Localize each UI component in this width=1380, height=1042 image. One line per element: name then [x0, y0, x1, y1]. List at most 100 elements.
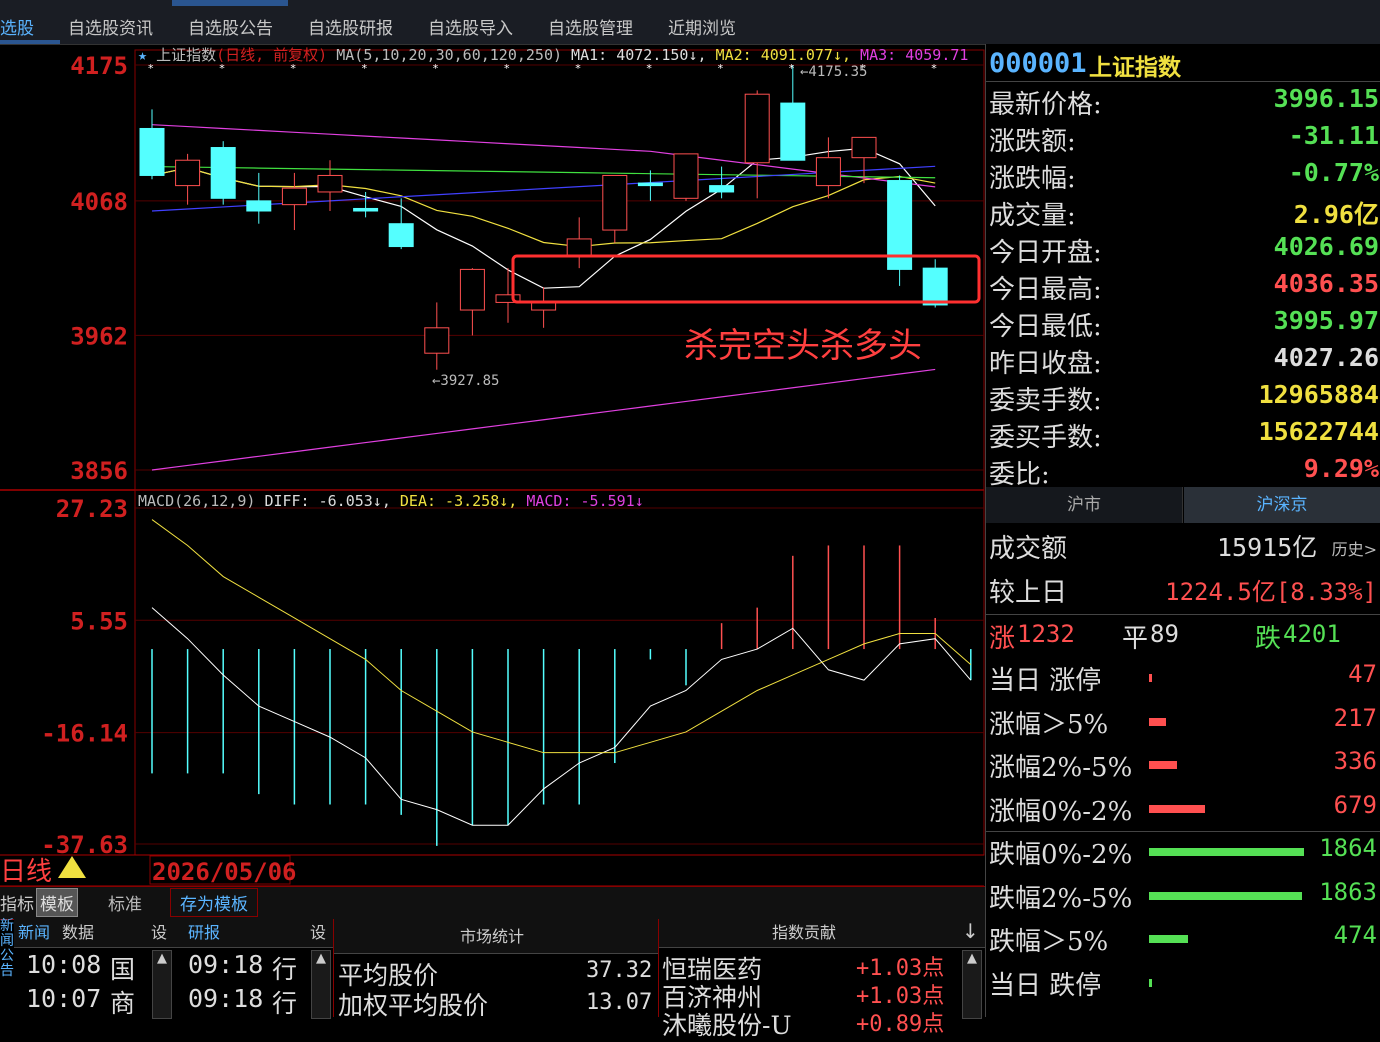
breadth-label: 涨幅＞5%	[989, 709, 1109, 740]
tab-indicator[interactable]: 指标	[0, 890, 34, 915]
quote-label: 昨日收盘:	[989, 349, 1102, 379]
tab-all-markets[interactable]: 沪深京	[1184, 487, 1380, 523]
contrib-name[interactable]: 沐曦股份-U	[662, 1006, 792, 1042]
quote-row: 今日最低: 3995.97	[989, 306, 1379, 343]
period-label: 日线	[0, 857, 52, 886]
quote-label: 委买手数:	[989, 423, 1102, 453]
quote-value: 12965884	[1258, 380, 1379, 409]
candle-body	[744, 93, 770, 164]
period-up-icon[interactable]	[58, 856, 86, 878]
research-tab[interactable]: 研报	[188, 919, 220, 947]
quote-value: 4026.69	[1273, 232, 1379, 261]
breadth-bar	[1149, 848, 1304, 856]
quote-row: 昨日收盘: 4027.26	[989, 343, 1379, 380]
macd-pane-frame	[134, 489, 985, 856]
research-tag[interactable]: 行	[272, 984, 297, 1020]
nav-item[interactable]: 自选股资讯	[68, 14, 153, 39]
research-settings-button[interactable]: 设	[310, 919, 326, 947]
down-label: 跌	[1255, 624, 1282, 654]
chart-area: 4175406839623856* * * * * * * * * * * *←4175.35←392…	[0, 46, 985, 886]
date-label: 2026/05/06	[152, 858, 297, 886]
breadth-bar	[1149, 717, 1166, 726]
nav-item[interactable]: 自选股管理	[548, 14, 633, 39]
up-flat-down: 涨 1232 平 89 跌 4201	[989, 618, 1379, 658]
tab-template[interactable]: 模板	[36, 888, 78, 917]
price-pane-frame	[134, 49, 985, 491]
research-tag[interactable]: 行	[272, 950, 297, 986]
research-scrollbar[interactable]: ▲	[311, 950, 331, 1019]
quote-value: 15622744	[1258, 417, 1379, 446]
nav-item[interactable]: 自选股研报	[308, 14, 393, 39]
macd-tick-label: 27.23	[56, 495, 128, 523]
quote-value: 3996.15	[1273, 84, 1379, 113]
macd-tick-label: -37.63	[41, 831, 128, 859]
news-side-label: 新闻公告	[0, 918, 14, 979]
macd-tick-label: -16.14	[41, 720, 128, 748]
breadth-label: 当日 涨停	[989, 666, 1102, 696]
nav-item[interactable]: 选股	[0, 14, 34, 39]
news-time: 10:07	[26, 984, 102, 1013]
breadth-row: 涨幅＞5% 217	[989, 704, 1379, 744]
breadth-label: 跌幅＞5%	[989, 927, 1109, 957]
candle-body	[780, 102, 806, 161]
quote-row: 涨跌额: -31.11	[989, 121, 1379, 158]
nav-item[interactable]: 近期浏览	[668, 14, 736, 39]
candle-body	[210, 147, 236, 199]
nav-item[interactable]: 自选股公告	[188, 14, 273, 39]
bottom-panel: 指标 模板 标准 存为模板 新闻公告 新闻 数据 设 研报 设 10:08 国 …	[0, 886, 985, 1040]
history-link[interactable]: 历史>	[1332, 536, 1377, 560]
tab-standard[interactable]: 标准	[108, 890, 142, 915]
candle-body	[175, 159, 201, 187]
breadth-label: 涨幅0%-2%	[989, 796, 1133, 827]
breadth-value: 474	[1333, 921, 1377, 949]
news-time: 10:08	[26, 950, 102, 979]
research-time: 09:18	[188, 984, 264, 1013]
tab-shanghai[interactable]: 沪市	[986, 487, 1183, 523]
breadth-bar	[1149, 935, 1188, 943]
ma250-line	[151, 368, 936, 471]
candle-body	[815, 157, 841, 187]
quote-row: 委买手数: 15622744	[989, 417, 1379, 454]
quote-value: -0.77%	[1288, 158, 1379, 187]
nav-item[interactable]: 自选股导入	[428, 14, 513, 39]
news-tab[interactable]: 新闻	[18, 919, 50, 947]
quote-panel: 000001 上证指数 最新价格: 3996.15 涨跌额: -31.11 涨跌幅: -0…	[985, 44, 1380, 1017]
breadth-bar	[1149, 891, 1302, 900]
candle-body	[281, 187, 307, 206]
breadth-row: 跌幅2%-5% 1863	[989, 878, 1379, 918]
market-stats-title: 市场统计	[460, 927, 525, 946]
quote-row: 今日开盘: 4026.69	[989, 232, 1379, 269]
news-tag[interactable]: 国	[110, 950, 135, 986]
news-settings-button[interactable]: 设	[151, 919, 167, 947]
breadth-value: 336	[1333, 747, 1377, 775]
quote-value: 9.29%	[1303, 454, 1379, 483]
news-scrollbar[interactable]: ▲	[152, 950, 172, 1019]
diff-line	[151, 607, 972, 826]
news-tag[interactable]: 商	[110, 984, 135, 1020]
data-tab[interactable]: 数据	[62, 919, 94, 947]
quote-label: 最新价格:	[989, 90, 1102, 120]
market-tabs: 沪市 沪深京	[986, 487, 1380, 525]
quote-row: 委卖手数: 12965884	[989, 380, 1379, 417]
candle-body	[246, 200, 272, 212]
save-template-button[interactable]: 存为模板	[170, 888, 258, 917]
quote-label: 今日最低:	[989, 312, 1102, 342]
quote-label: 今日最高:	[989, 275, 1102, 305]
quote-label: 涨跌幅:	[989, 164, 1076, 194]
breadth-label: 跌幅0%-2%	[989, 840, 1133, 870]
quote-value: 4027.26	[1273, 343, 1379, 372]
quote-label: 成交量:	[989, 201, 1076, 231]
breadth-value: 679	[1333, 790, 1377, 819]
price-tick-label: 3856	[70, 457, 128, 485]
breadth-label: 当日 跌停	[989, 970, 1102, 1001]
breadth-value: 47	[1348, 660, 1377, 688]
contrib-scrollbar[interactable]: ▲	[962, 950, 982, 1019]
quote-row: 今日最高: 4036.35	[989, 269, 1379, 306]
flat-label: 平	[1122, 624, 1149, 654]
quote-value: -31.11	[1288, 121, 1379, 150]
sort-down-icon[interactable]: ↓	[962, 919, 979, 943]
avg-price-value: 37.32	[586, 958, 653, 983]
breadth-bar	[1149, 978, 1152, 987]
candle-body	[317, 174, 343, 193]
chart-legend: ★ 上证指数(日线, 前复权) MA(5,10,20,30,60,120,250…	[138, 46, 968, 64]
